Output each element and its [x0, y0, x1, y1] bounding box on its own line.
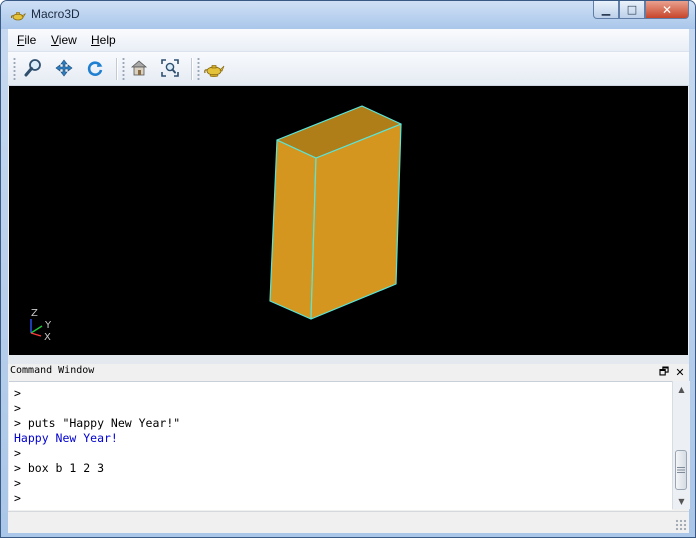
command-output[interactable]: > > > puts "Happy New Year!" Happy New Year… [9, 381, 672, 510]
z-axis-label: Z [31, 308, 38, 319]
minimize-button[interactable]: ▁ [593, 1, 619, 19]
menu-help-label: elp [99, 33, 116, 47]
zoom-icon [24, 59, 41, 77]
menu-view[interactable]: View [51, 33, 77, 47]
menu-view-label: iew [58, 33, 77, 47]
maximize-icon: □ [626, 3, 638, 16]
grip-lines-icon [677, 467, 685, 473]
command-prompt-line: > [14, 476, 21, 490]
command-output-line: Happy New Year! [14, 431, 118, 445]
menu-file[interactable]: File [17, 33, 36, 47]
command-prompt-line: > [14, 401, 21, 415]
client-area: File View Help Z Y X Command Window 🗗 ✕ … [8, 29, 690, 533]
scroll-up-button[interactable]: ▲ [673, 381, 690, 397]
window-title: Macro3D [31, 7, 80, 21]
scroll-thumb[interactable] [675, 450, 687, 490]
x-axis-label: X [44, 332, 51, 343]
box-front-face [269, 139, 317, 320]
home-view-button[interactable] [127, 56, 151, 80]
close-icon: ✕ [661, 2, 673, 17]
toolbar-separator-2 [191, 58, 193, 80]
toolbar-separator [116, 58, 118, 80]
command-prompt-line: > puts "Happy New Year!" [14, 416, 181, 430]
resize-grip[interactable] [675, 519, 687, 531]
rotate-icon [87, 61, 103, 76]
genie-lamp-icon [10, 12, 26, 21]
home-view-icon [130, 60, 148, 76]
3d-viewport[interactable]: Z Y X [9, 86, 688, 355]
title-bar[interactable]: Macro3D ▁ □ ✕ [1, 1, 695, 29]
window-controls: ▁ □ ✕ [593, 1, 689, 21]
scroll-down-button[interactable]: ▼ [673, 493, 690, 509]
menu-file-label: ile [24, 33, 37, 47]
toolbar-grip-2[interactable] [122, 57, 125, 81]
y-axis-label: Y [44, 320, 52, 331]
menu-help[interactable]: Help [91, 33, 116, 47]
command-prompt-line: > [14, 386, 21, 400]
chevron-down-icon: ▼ [678, 496, 685, 506]
minimize-icon: ▁ [601, 3, 611, 16]
restore-icon: 🗗 [658, 364, 670, 378]
command-window-header[interactable]: Command Window 🗗 ✕ [8, 364, 689, 381]
y-axis-line [30, 325, 43, 334]
pan-icon [55, 59, 73, 77]
fit-all-button[interactable] [158, 56, 182, 80]
menu-view-mnemonic: V [51, 33, 59, 47]
x-axis-line [30, 332, 42, 337]
menu-help-mnemonic: H [91, 33, 100, 47]
genie-button[interactable] [202, 56, 226, 80]
status-bar [8, 511, 689, 533]
fit-all-icon [161, 59, 179, 77]
toolbar-grip-3[interactable] [197, 57, 200, 81]
maximize-button[interactable]: □ [619, 1, 645, 19]
app-window: Macro3D ▁ □ ✕ File View Help Z Y X Comma… [0, 0, 696, 538]
axis-triad: Z Y X [30, 308, 52, 343]
close-icon: ✕ [675, 365, 685, 379]
command-prompt-line: > [14, 446, 21, 460]
command-prompt-line: > box b 1 2 3 [14, 461, 105, 475]
command-scrollbar[interactable]: ▲ ▼ [672, 381, 690, 509]
scene-canvas[interactable]: Z Y X [9, 86, 688, 355]
toolbar [8, 52, 689, 86]
close-button[interactable]: ✕ [645, 1, 689, 19]
menu-bar: File View Help [8, 29, 689, 52]
restore-pane-button[interactable]: 🗗 [657, 365, 671, 379]
close-pane-button[interactable]: ✕ [673, 365, 687, 379]
genie-lamp-icon [204, 65, 225, 77]
command-prompt-line: > [14, 491, 21, 505]
zoom-button[interactable] [21, 56, 45, 80]
pane-splitter[interactable] [8, 355, 689, 364]
command-window-title: Command Window [10, 365, 95, 376]
chevron-up-icon: ▲ [678, 384, 685, 394]
pan-button[interactable] [52, 56, 76, 80]
rotate-button[interactable] [83, 56, 107, 80]
toolbar-grip[interactable] [13, 57, 16, 81]
